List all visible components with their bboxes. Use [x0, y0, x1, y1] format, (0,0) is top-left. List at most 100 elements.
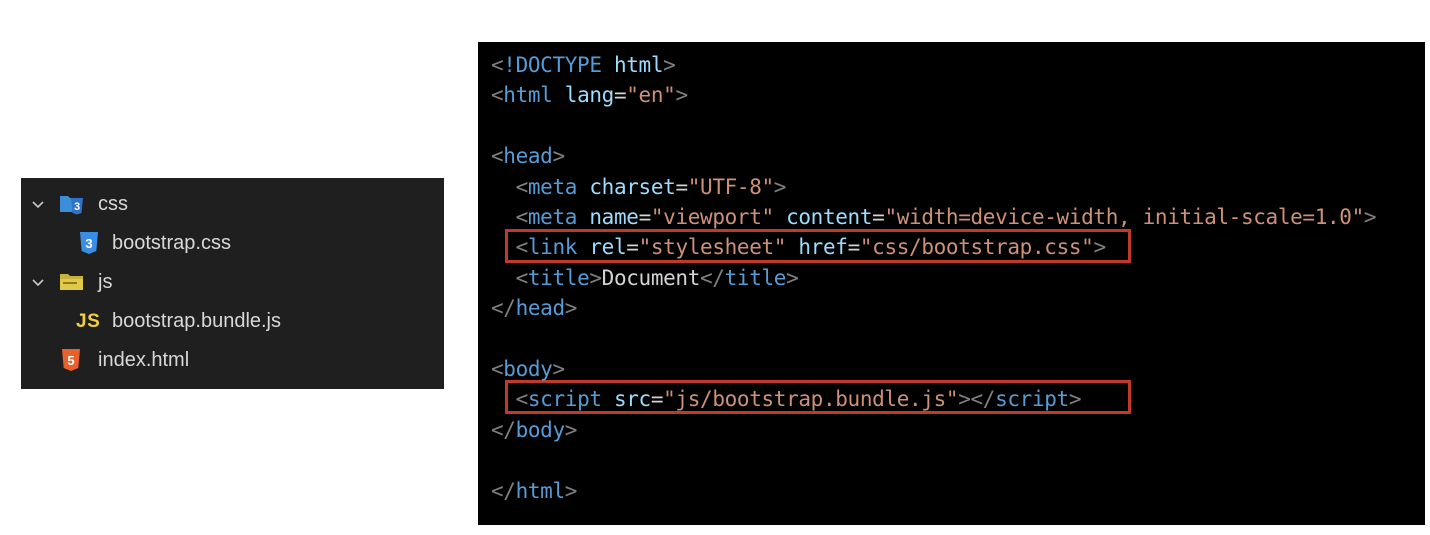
- code-token: >: [786, 265, 799, 290]
- code-token: =: [847, 235, 861, 260]
- svg-text:3: 3: [85, 236, 92, 251]
- code-token: </: [970, 387, 996, 412]
- code-token: >: [675, 83, 688, 108]
- code-token: <: [515, 265, 529, 290]
- code-token: meta: [527, 174, 578, 199]
- code-line: <!DOCTYPE html>: [491, 50, 676, 80]
- code-token: =: [872, 205, 885, 229]
- code-line: <body>: [491, 354, 565, 384]
- code-token: body: [515, 417, 566, 442]
- code-token: rel: [589, 235, 627, 260]
- code-token: "en": [626, 83, 676, 108]
- code-token: >: [564, 296, 578, 321]
- code-token: </: [700, 265, 725, 290]
- tree-file-bootstrap-css[interactable]: 3 bootstrap.css: [21, 224, 444, 263]
- folder-css-icon: 3: [60, 196, 83, 215]
- code-token: "UTF-8": [687, 174, 774, 199]
- code-token: content: [786, 205, 873, 229]
- code-token: >: [663, 53, 676, 77]
- tree-folder-css[interactable]: 3 css: [21, 185, 444, 224]
- code-editor[interactable]: <!DOCTYPE html> <html lang="en"> <head> <m…: [478, 42, 1425, 525]
- tree-label-js: js: [98, 271, 113, 293]
- code-token: lang: [564, 83, 615, 108]
- code-token: head: [515, 296, 566, 321]
- code-token: script: [527, 387, 602, 412]
- code-token: href: [798, 235, 848, 260]
- code-line: <link rel="stylesheet" href="css/bootstr…: [491, 232, 1107, 262]
- folder-js-icon: [60, 274, 83, 290]
- code-token: <: [515, 174, 529, 199]
- chevron-down-icon[interactable]: [30, 197, 46, 213]
- code-line: <script src="js/bootstrap.bundle.js"></s…: [491, 384, 1082, 414]
- code-token: link: [527, 235, 578, 260]
- css3-icon: 3: [80, 232, 98, 254]
- code-line: <meta charset="UTF-8">: [491, 172, 787, 202]
- code-token: =: [638, 205, 652, 229]
- code-token: <: [515, 387, 529, 412]
- svg-text:3: 3: [74, 201, 80, 213]
- code-line: <html lang="en">: [491, 80, 688, 110]
- code-token: "css/bootstrap.css": [859, 235, 1094, 260]
- code-token: title: [527, 265, 590, 290]
- code-token: <: [515, 205, 529, 229]
- code-line: <title>Document</title>: [491, 263, 799, 293]
- code-token: >: [552, 357, 565, 381]
- code-token: charset: [589, 174, 676, 199]
- code-line: </body>: [491, 415, 577, 445]
- code-token: </: [491, 296, 516, 321]
- code-token: html: [515, 478, 566, 503]
- code-token: =: [626, 235, 639, 260]
- tree-file-bootstrap-bundle-js[interactable]: JS bootstrap.bundle.js: [21, 302, 444, 341]
- tree-label-index-html: index.html: [98, 349, 190, 371]
- tree-label-bootstrap-bundle-js: bootstrap.bundle.js: [112, 310, 282, 332]
- code-token: "stylesheet": [638, 235, 787, 260]
- code-token: "width=device-width, initial-scale=1.0": [884, 205, 1364, 229]
- code-token: title: [724, 265, 787, 290]
- code-token: src: [613, 387, 651, 412]
- tree-folder-js[interactable]: js: [21, 263, 444, 302]
- code-token: <: [515, 235, 529, 260]
- code-token: >: [1068, 387, 1082, 412]
- code-line: </head>: [491, 293, 577, 323]
- chevron-down-icon[interactable]: [30, 275, 46, 291]
- code-token: !DOCTYPE: [503, 53, 602, 77]
- code-token: =: [613, 83, 627, 108]
- code-token: <: [491, 83, 504, 108]
- code-token: >: [773, 174, 787, 199]
- code-token: =: [675, 174, 688, 199]
- code-token: >: [1363, 205, 1377, 229]
- svg-text:5: 5: [67, 353, 74, 368]
- code-token: <: [491, 144, 504, 169]
- code-token: meta: [527, 205, 578, 229]
- code-token: >: [958, 387, 971, 412]
- code-line: <head>: [491, 141, 565, 171]
- code-token: name: [589, 205, 639, 229]
- html5-icon: 5: [62, 349, 80, 371]
- code-token: >: [552, 144, 565, 169]
- code-token: >: [1093, 235, 1106, 260]
- file-explorer: 3 css 3 bootstrap.css js JS bootstrap.bu…: [21, 178, 444, 389]
- code-token: <: [491, 53, 504, 77]
- code-token: </: [491, 478, 516, 503]
- code-token: "js/bootstrap.bundle.js": [663, 387, 959, 412]
- js-icon: JS: [76, 311, 101, 332]
- code-token: =: [650, 387, 664, 412]
- code-token: head: [503, 144, 553, 169]
- code-token: html: [613, 53, 664, 77]
- code-line: <meta name="viewport" content="width=dev…: [491, 202, 1377, 232]
- tree-label-css: css: [98, 193, 128, 215]
- code-token: "viewport": [650, 205, 774, 229]
- code-token: <: [491, 357, 504, 381]
- tree-file-index-html[interactable]: 5 index.html: [21, 341, 444, 380]
